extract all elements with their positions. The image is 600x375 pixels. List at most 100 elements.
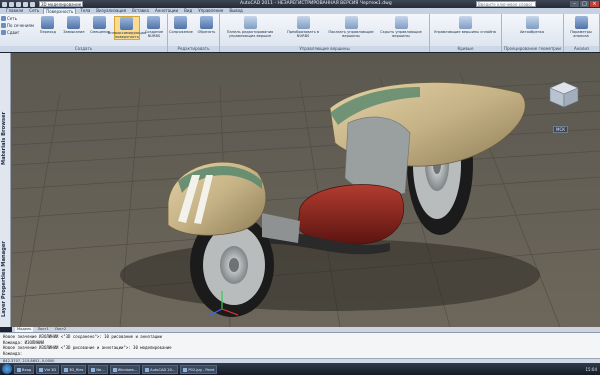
panel-control-vertices: Панель редактирования управляющих вершин… [220,14,430,52]
blend-icon [41,16,55,29]
app-icon [112,367,117,372]
blend-label: Переход [39,30,56,34]
taskbar-item[interactable]: Windows... [109,364,141,374]
auto-trim-button[interactable]: Автообрезка [503,16,561,34]
show-cv-label: Показать управляющие вершины [328,30,374,38]
taskbar: Вход Vid 3D 3D_files Ne... Windows... Au… [0,363,600,375]
drawing-viewport[interactable] [0,53,600,327]
open-file-icon[interactable] [16,1,21,7]
convert-to-nurbs-button[interactable]: Преобразовать в NURBS [281,16,325,38]
quick-access-toolbar [2,1,35,7]
cv-edit-bar-icon [243,16,257,29]
app-icon [39,367,44,372]
fillet-icon [174,16,188,29]
taskbar-item-label: Вход [22,367,32,372]
viewcube[interactable] [547,80,581,112]
side-palette-bar: Materials Browser Layer Properties Manag… [0,53,11,327]
paint-icon [183,367,188,372]
show-cv-button[interactable]: Показать управляющие вершины [327,16,375,38]
cv-edit-bar-button[interactable]: Панель редактирования управляющих вершин [221,16,279,38]
materials-browser-tab[interactable]: Materials Browser [1,83,10,193]
auto-trim-label: Автообрезка [519,30,545,34]
taskbar-item[interactable]: P02.jpg - Paint [180,364,218,374]
offset-icon [93,16,107,29]
panel-title-control-vertices: Управляющие вершины [220,46,429,52]
sweep-label: Сдвиг [7,30,20,35]
maximize-button[interactable]: □ [580,1,589,7]
taskbar-item-label: P02.jpg - Paint [188,367,215,372]
spline-cv-label: Управляющие вершины сплайна [434,30,496,34]
patch-button[interactable]: Замыкание [62,16,86,34]
autocad-icon [145,367,150,372]
spline-cv-button[interactable]: Управляющие вершины сплайна [431,16,499,34]
clock[interactable]: 15:04 [585,367,600,372]
taskbar-item-label: AutoCAD 20... [150,367,176,372]
analysis-options-button[interactable]: Параметры анализа [565,16,597,38]
taskbar-item-label: Vid 3D [44,367,57,372]
patch-label: Замыкание [63,30,85,34]
window-title: AutoCAD 2011 - НЕЗАРЕГИСТРИРОВАННАЯ ВЕРС… [240,1,392,6]
command-prompt[interactable]: Команда: [3,351,597,357]
trim-button[interactable]: Обрезать [195,16,218,34]
command-line[interactable]: Новое значение ИЗОЛИНИИ <"3D сохранено">… [0,332,600,358]
loft-label: По сечениям [7,23,34,28]
loft-button[interactable]: По сечениям [1,23,34,28]
app-icon [17,367,21,372]
undo-icon[interactable] [30,1,35,7]
search-input[interactable]: Введите ключевое слово/фразу [476,1,536,13]
patch-icon [67,16,81,29]
save-icon[interactable] [23,1,28,7]
taskbar-item[interactable]: 3D_files [61,364,87,374]
taskbar-item[interactable]: Ne... [88,364,108,374]
fit-surface-label: Аппроксимирующая поверхность [107,31,147,39]
panel-title-create: Создать [0,46,167,52]
fillet-button[interactable]: Сопряжение [169,16,193,34]
scooter-render [0,53,600,327]
hide-cv-label: Скрыть управляющие вершины [380,30,422,38]
panel-title-project-geometry: Проецирование геометрии [502,46,563,52]
trim-label: Обрезать [197,30,216,34]
taskbar-item[interactable]: AutoCAD 20... [142,364,179,374]
panel-project-geometry: Автообрезка Проецирование геометрии [502,14,564,52]
minimize-button[interactable]: – [570,1,579,7]
auto-trim-icon [525,16,539,29]
hide-cv-button[interactable]: Скрыть управляющие вершины [377,16,425,38]
window-controls: – □ × [570,1,599,7]
panel-curves: Управляющие вершины сплайна Кривые [430,14,502,52]
ribbon: Сеть По сечениям Сдвиг Переход Замыкание… [0,14,600,52]
layer-properties-tab[interactable]: Layer Properties Manager [1,233,10,325]
taskbar-item-label: Windows... [117,367,138,372]
network-button[interactable]: Сеть [1,16,34,21]
new-file-icon[interactable] [9,1,14,7]
analysis-options-label: Параметры анализа [570,30,592,38]
taskbar-item[interactable]: Vid 3D [36,364,60,374]
panel-title-analysis: Анализ [564,46,599,52]
app-icon [91,367,96,372]
fit-surface-icon [120,17,134,30]
sweep-button[interactable]: Сдвиг [1,30,34,35]
nurbs-creation-label: Создание NURBS [144,30,164,38]
taskbar-item-label: Ne... [96,367,105,372]
sweep-icon [1,30,6,35]
convert-to-nurbs-label: Преобразовать в NURBS [287,30,319,38]
workspace-select[interactable]: 3D моделирование [39,1,83,7]
close-button[interactable]: × [590,1,599,7]
nurbs-icon [147,16,161,29]
taskbar-item-label: 3D_files [69,367,84,372]
network-icon [1,16,6,21]
cv-edit-bar-label: Панель редактирования управляющих вершин [226,30,274,38]
taskbar-item[interactable]: Вход [14,364,35,374]
show-cv-icon [344,16,358,29]
fit-surface-button[interactable]: Аппроксимирующая поверхность [108,16,146,40]
start-button[interactable] [2,364,12,374]
hide-cv-icon [394,16,408,29]
blend-button[interactable]: Переход [36,16,60,34]
viewcube-icon [549,81,579,108]
wcs-menu[interactable]: МСК [553,126,569,133]
convert-nurbs-icon [296,16,310,29]
panel-create: Сеть По сечениям Сдвиг Переход Замыкание… [0,14,168,52]
panel-title-edit: Редактировать [168,46,219,52]
trim-icon [199,16,213,29]
app-menu-icon[interactable] [2,1,7,7]
nurbs-creation-button[interactable]: Создание NURBS [142,16,166,38]
